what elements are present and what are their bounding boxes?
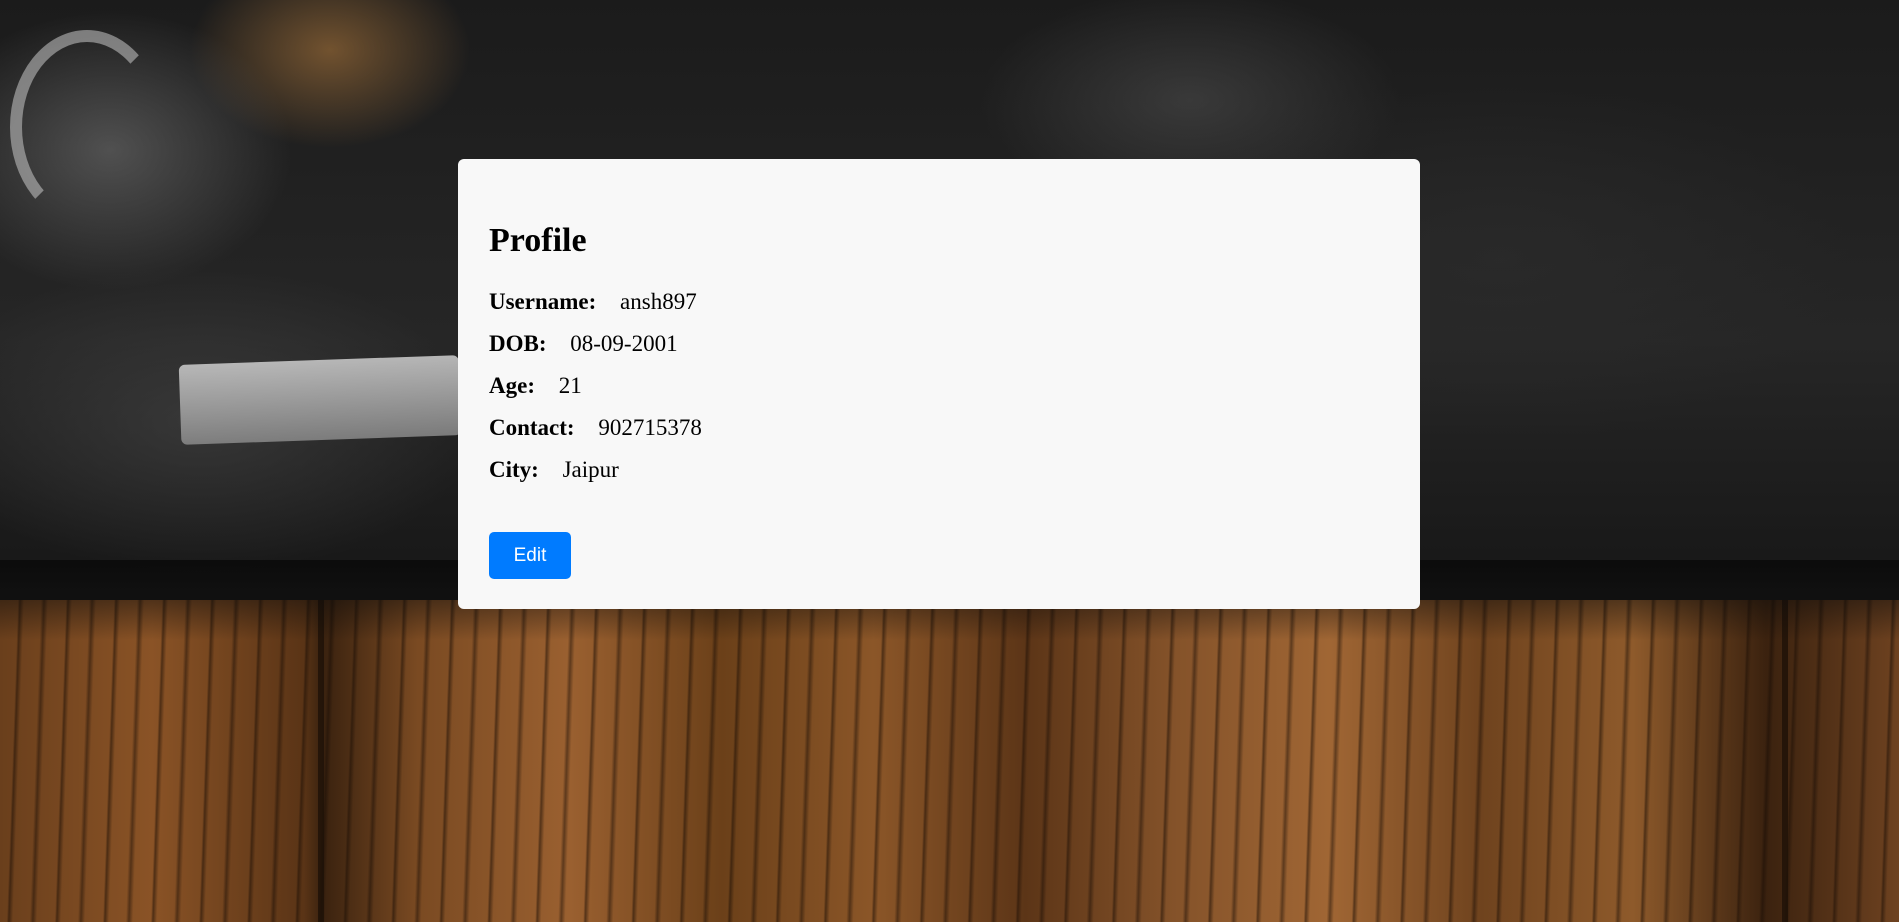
edit-button[interactable]: Edit [489,532,571,579]
username-row: Username: ansh897 [489,281,1389,323]
dob-value: 08-09-2001 [570,331,678,356]
username-label: Username: [489,289,597,314]
contact-label: Contact: [489,415,575,440]
profile-title: Profile [489,222,587,259]
city-row: City: Jaipur [489,449,1389,491]
contact-value: 902715378 [598,415,702,440]
city-value: Jaipur [562,457,619,482]
dob-label: DOB: [489,331,547,356]
background-wood-seam [318,600,324,922]
profile-card: Profile Username: ansh897 DOB: 08-09-200… [458,159,1420,609]
background-wood-seam [1782,600,1788,922]
age-value: 21 [558,373,582,398]
city-label: City: [489,457,539,482]
age-row: Age: 21 [489,365,1389,407]
background-wood-table [0,600,1899,922]
age-label: Age: [489,373,535,398]
contact-row: Contact: 902715378 [489,407,1389,449]
background-camera-ring [10,30,164,224]
dob-row: DOB: 08-09-2001 [489,323,1389,365]
background-camera-strap [178,355,462,445]
username-value: ansh897 [620,289,697,314]
